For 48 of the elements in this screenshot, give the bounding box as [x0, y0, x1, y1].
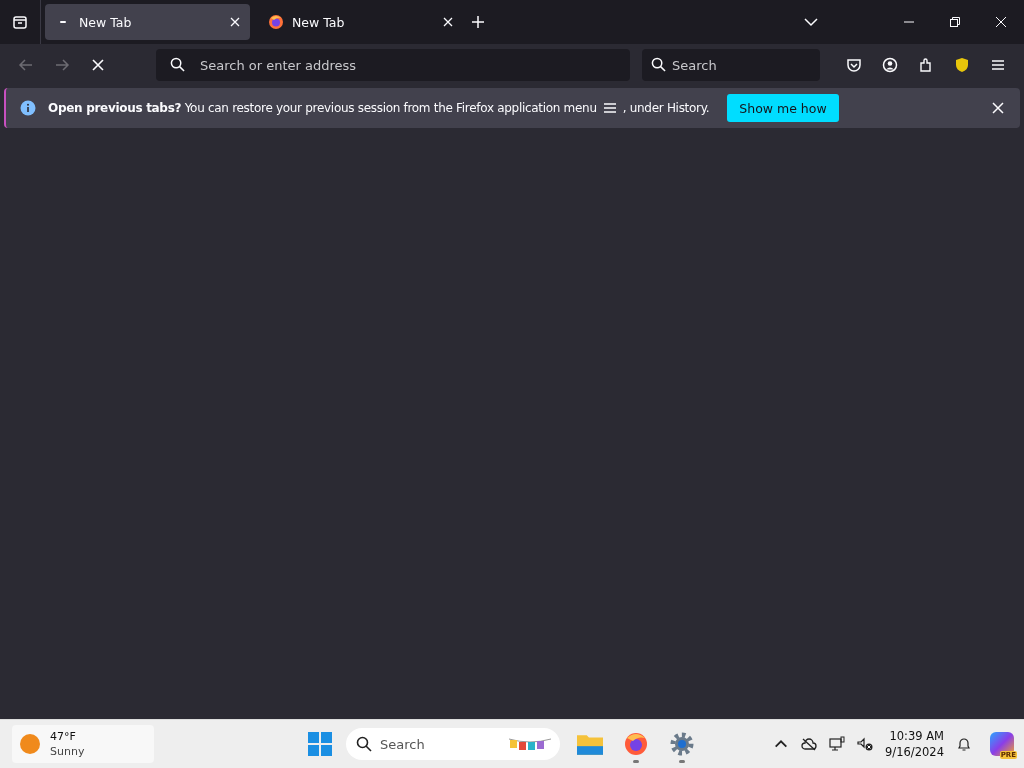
- browser-tab[interactable]: New Tab: [258, 4, 463, 40]
- loading-icon: [59, 20, 67, 24]
- stop-icon[interactable]: [90, 57, 106, 73]
- start-icon[interactable]: [308, 732, 332, 756]
- new-tab-icon[interactable]: [471, 15, 485, 29]
- close-icon[interactable]: [996, 17, 1006, 27]
- weather-condition: Sunny: [50, 744, 85, 759]
- clock-time[interactable]: 10:39 AM: [889, 728, 944, 744]
- search-icon: [651, 57, 666, 72]
- info-icon: [20, 100, 36, 116]
- speaker-muted-icon[interactable]: [857, 736, 874, 752]
- firefox-icon: [268, 14, 284, 30]
- browser-tab[interactable]: New Tab: [45, 4, 250, 40]
- notification-message: Open previous tabs? You can restore your previous session from the Firefox application menu: [48, 101, 597, 115]
- address-field[interactable]: Search or enter address: [156, 49, 630, 81]
- close-icon[interactable]: [230, 17, 240, 27]
- tab-title: New Tab: [292, 14, 346, 30]
- notification-message: , under History.: [622, 101, 710, 115]
- taskbar-search-field[interactable]: Search: [346, 728, 560, 760]
- temperature: 47°F: [50, 729, 77, 744]
- puzzle-icon[interactable]: [918, 57, 934, 73]
- search-field[interactable]: Search: [642, 49, 820, 81]
- folder-icon: [577, 732, 603, 756]
- menu-icon[interactable]: [990, 57, 1006, 73]
- bell-icon[interactable]: [956, 736, 972, 752]
- pocket-icon[interactable]: [846, 57, 862, 73]
- tab-title: New Tab: [79, 14, 133, 30]
- chevron-down-icon[interactable]: [804, 15, 818, 29]
- clock-date[interactable]: 9/16/2024: [885, 744, 944, 760]
- close-icon[interactable]: [443, 17, 453, 27]
- search-icon: [170, 57, 185, 72]
- bunting-icon: [508, 737, 552, 751]
- back-icon[interactable]: [18, 57, 34, 73]
- tab-list-icon[interactable]: [12, 14, 28, 30]
- menu-icon: [602, 102, 617, 114]
- weather-widget[interactable]: 47°F Sunny: [12, 725, 154, 763]
- shield-icon[interactable]: [954, 57, 970, 73]
- sun-icon: [20, 734, 40, 754]
- account-icon[interactable]: [882, 57, 898, 73]
- forward-icon[interactable]: [54, 57, 70, 73]
- monitor-icon[interactable]: [829, 736, 846, 752]
- gear-icon: [669, 732, 695, 756]
- restore-icon[interactable]: [950, 17, 960, 27]
- cloud-off-icon[interactable]: [801, 736, 818, 752]
- show-me-how-button[interactable]: Show me how: [727, 94, 839, 122]
- close-icon[interactable]: [992, 102, 1004, 114]
- search-icon: [356, 736, 372, 752]
- firefox-icon: [623, 732, 649, 756]
